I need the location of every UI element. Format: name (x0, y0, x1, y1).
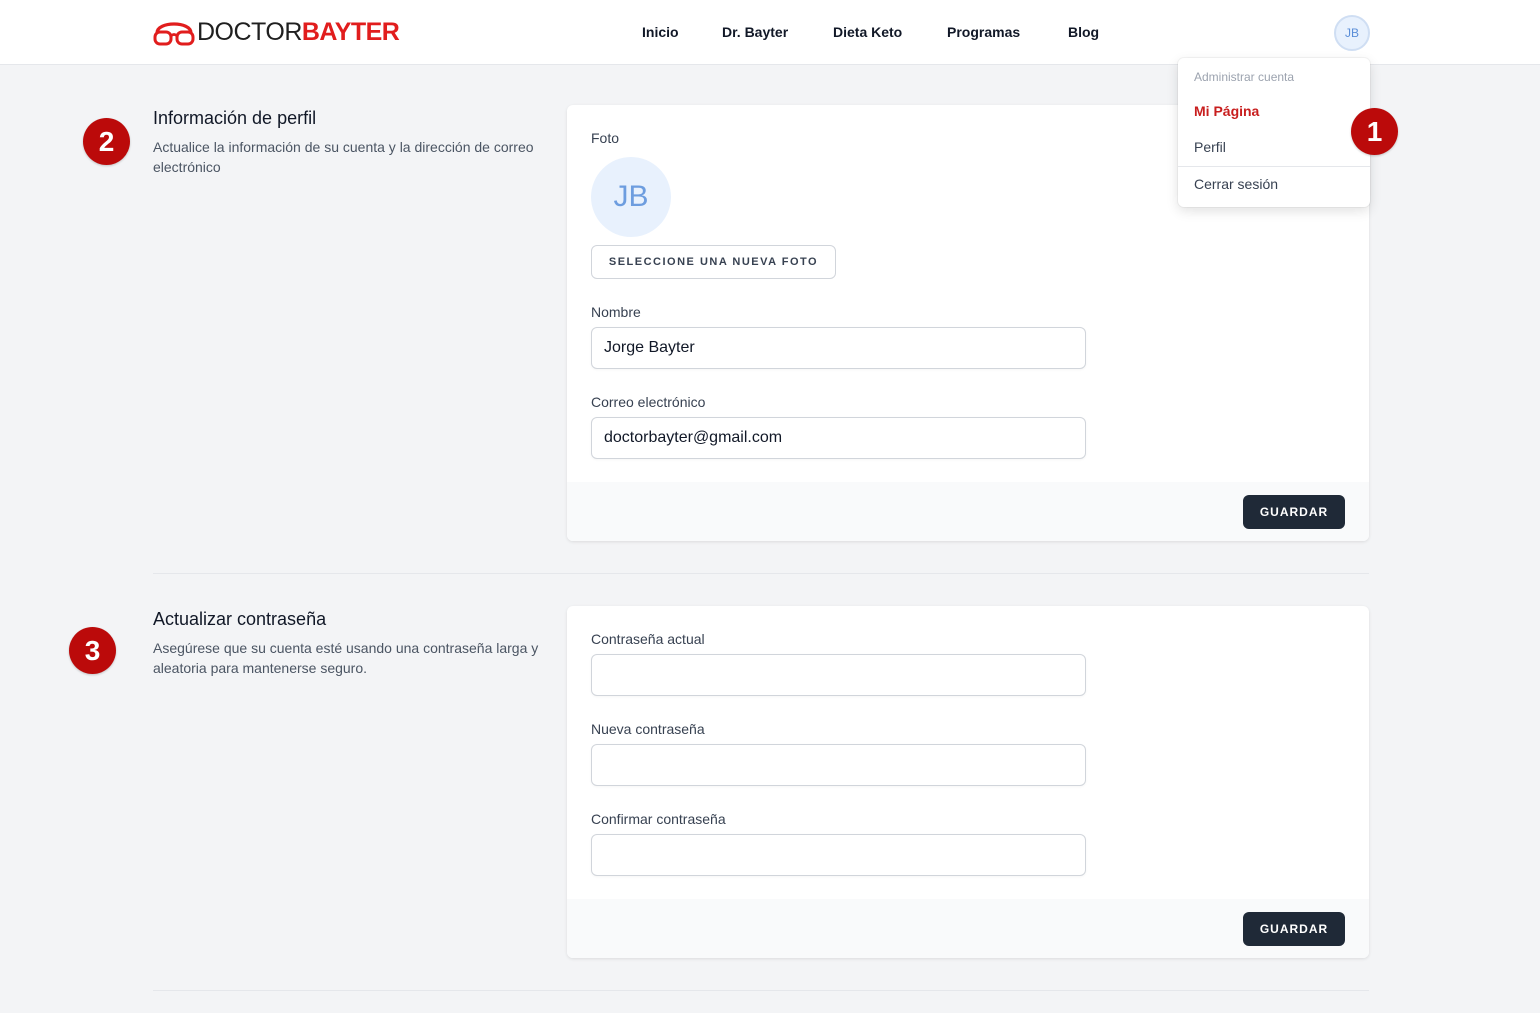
password-card-footer: GUARDAR (567, 899, 1369, 958)
nav-programas[interactable]: Programas (947, 24, 1020, 40)
nav-blog[interactable]: Blog (1068, 24, 1099, 40)
select-new-photo-button[interactable]: SELECCIONE UNA NUEVA FOTO (591, 245, 836, 279)
section-divider (153, 573, 1369, 574)
logo-text-bayter: BAYTER (301, 17, 400, 46)
name-label: Nombre (591, 304, 641, 320)
account-dropdown-menu: Administrar cuenta Mi Página Perfil Cerr… (1178, 58, 1370, 207)
profile-section-title: Información de perfil (153, 108, 317, 128)
confirm-password-input[interactable] (591, 834, 1086, 876)
photo-label: Foto (591, 130, 620, 146)
nav-inicio[interactable]: Inicio (642, 24, 679, 40)
menu-item-perfil[interactable]: Perfil (1194, 139, 1226, 155)
current-password-label: Contraseña actual (591, 631, 705, 647)
section-divider-bottom (153, 990, 1369, 991)
password-card: Contraseña actual Nueva contraseña Confi… (567, 606, 1369, 958)
new-password-input[interactable] (591, 744, 1086, 786)
menu-item-cerrar-sesion[interactable]: Cerrar sesión (1194, 176, 1278, 192)
doctor-bayter-logo[interactable]: DOCTORBAYTER (153, 14, 400, 50)
confirm-password-label: Confirmar contraseña (591, 811, 726, 827)
profile-save-button[interactable]: GUARDAR (1243, 495, 1345, 529)
step-badge-2: 2 (83, 118, 130, 165)
glasses-logo-icon (153, 22, 195, 46)
name-input[interactable]: Jorge Bayter (591, 327, 1086, 369)
password-save-button[interactable]: GUARDAR (1243, 912, 1345, 946)
profile-photo-avatar: JB (591, 157, 671, 237)
email-label: Correo electrónico (591, 394, 706, 410)
nav-dr-bayter[interactable]: Dr. Bayter (722, 24, 788, 40)
password-section-description: Asegúrese que su cuenta esté usando una … (153, 640, 539, 676)
logo-text-doctor: DOCTOR (197, 17, 302, 46)
dropdown-divider (1178, 166, 1370, 167)
top-navigation-bar: DOCTORBAYTER Inicio Dr. Bayter Dieta Ket… (0, 0, 1540, 65)
current-password-input[interactable] (591, 654, 1086, 696)
email-input[interactable]: doctorbayter@gmail.com (591, 417, 1086, 459)
step-badge-3: 3 (69, 627, 116, 674)
step-badge-1: 1 (1351, 108, 1398, 155)
menu-item-mi-pagina[interactable]: Mi Página (1194, 103, 1259, 119)
profile-section-description: Actualice la información de su cuenta y … (153, 139, 534, 175)
user-avatar-button[interactable]: JB (1334, 15, 1370, 51)
new-password-label: Nueva contraseña (591, 721, 705, 737)
profile-card-footer: GUARDAR (567, 482, 1369, 541)
nav-dieta-keto[interactable]: Dieta Keto (833, 24, 902, 40)
password-section-title: Actualizar contraseña (153, 609, 327, 629)
logo-text: DOCTORBAYTER (197, 17, 400, 46)
dropdown-heading: Administrar cuenta (1194, 70, 1295, 84)
